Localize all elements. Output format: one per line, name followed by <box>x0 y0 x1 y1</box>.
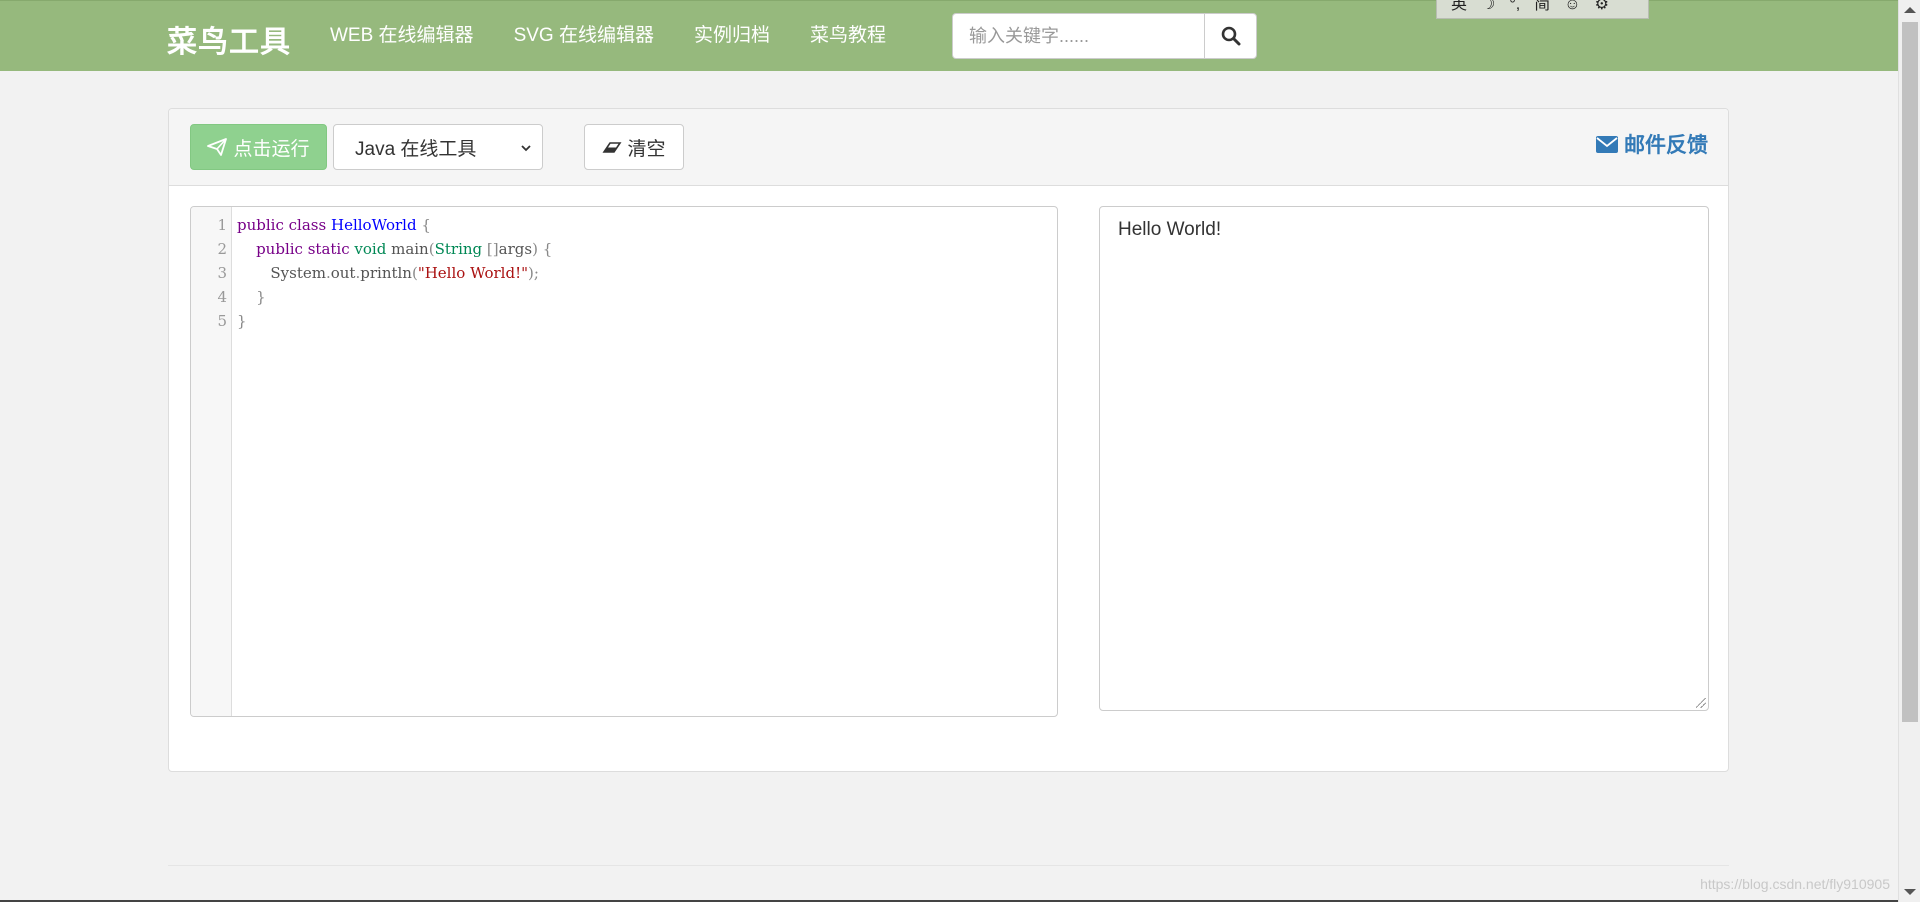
code-line: System.out.println("Hello World!"); <box>237 264 539 282</box>
clear-button-label: 清空 <box>627 138 666 160</box>
line-number: 5 <box>217 312 227 330</box>
run-button-label: 点击运行 <box>233 138 310 160</box>
language-select-value: Java 在线工具 <box>355 138 477 160</box>
ime-punctuation-icon[interactable]: °, <box>1509 0 1520 13</box>
line-number: 2 <box>217 240 227 258</box>
line-number: 1 <box>217 216 227 234</box>
search-input[interactable] <box>952 13 1204 59</box>
scroll-down-icon[interactable] <box>1904 889 1916 895</box>
watermark: https://blog.csdn.net/fly910905 <box>1700 876 1890 892</box>
main-nav: WEB 在线编辑器 SVG 在线编辑器 实例归档 菜鸟教程 <box>330 1 926 71</box>
vertical-scrollbar[interactable] <box>1898 0 1920 902</box>
code-line: } <box>237 312 247 330</box>
line-number: 4 <box>217 288 227 306</box>
output-textarea[interactable]: Hello World! <box>1099 206 1709 711</box>
line-number: 3 <box>217 264 227 282</box>
feedback-label: 邮件反馈 <box>1624 134 1708 157</box>
code-content[interactable]: public class HelloWorld { public static … <box>237 213 1057 333</box>
eraser-icon <box>602 142 622 153</box>
line-number-gutter: 1 2 3 4 5 <box>191 207 232 716</box>
output-text: Hello World! <box>1118 219 1222 240</box>
ime-toolbar: 英 ☽ °, 简 ☺ ⚙ <box>1436 0 1649 19</box>
envelope-icon <box>1596 135 1618 153</box>
run-button[interactable]: 点击运行 <box>190 124 327 170</box>
ime-simplified[interactable]: 简 <box>1534 0 1550 13</box>
clear-button[interactable]: 清空 <box>584 124 684 170</box>
ime-emoji-icon[interactable]: ☺ <box>1564 0 1580 13</box>
scrollbar-thumb[interactable] <box>1902 22 1918 722</box>
nav-svg-editor[interactable]: SVG 在线编辑器 <box>514 1 654 71</box>
site-logo[interactable]: 菜鸟工具 <box>167 17 291 61</box>
chevron-down-icon <box>521 145 531 152</box>
footer-divider <box>168 865 1729 866</box>
paper-plane-icon <box>207 138 228 156</box>
panel-toolbar: 点击运行 Java 在线工具 清空 邮件反馈 <box>169 109 1728 186</box>
nav-web-editor[interactable]: WEB 在线编辑器 <box>330 1 474 71</box>
code-line: public static void main(String []args) { <box>256 240 553 258</box>
email-feedback-link[interactable]: 邮件反馈 <box>1596 129 1708 159</box>
code-line: public class HelloWorld { <box>237 216 431 234</box>
search-box <box>952 13 1257 59</box>
language-select[interactable]: Java 在线工具 <box>333 124 543 170</box>
nav-examples[interactable]: 实例归档 <box>694 1 770 71</box>
nav-tutorials[interactable]: 菜鸟教程 <box>810 1 886 71</box>
ime-settings-icon[interactable]: ⚙ <box>1595 0 1609 13</box>
editor-panel: 点击运行 Java 在线工具 清空 邮件反馈 1 2 3 4 5 public … <box>168 108 1729 772</box>
code-line: } <box>256 288 266 306</box>
ime-moon-icon[interactable]: ☽ <box>1481 0 1495 13</box>
search-button[interactable] <box>1204 13 1257 59</box>
resize-handle[interactable] <box>1696 698 1706 708</box>
code-editor[interactable]: 1 2 3 4 5 public class HelloWorld { publ… <box>190 206 1058 717</box>
ime-mode-english[interactable]: 英 <box>1451 0 1467 13</box>
search-icon <box>1221 26 1240 46</box>
scroll-up-icon[interactable] <box>1904 7 1916 13</box>
